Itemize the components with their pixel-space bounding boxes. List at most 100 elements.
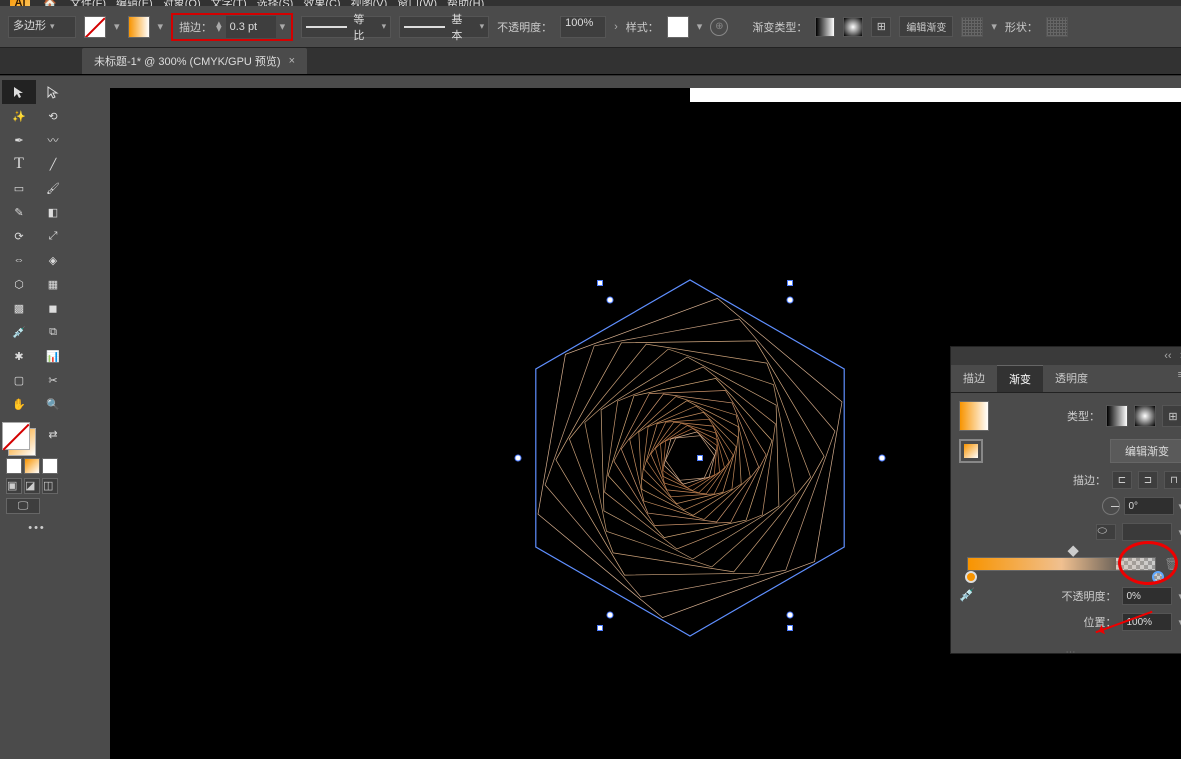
- rectangle-tool[interactable]: ▭: [2, 176, 36, 200]
- gradient-tool[interactable]: ◼: [36, 296, 70, 320]
- width-tool[interactable]: ⇔: [2, 248, 36, 272]
- bbox-handle[interactable]: [787, 280, 793, 286]
- angle-input[interactable]: [1124, 497, 1174, 515]
- aspect-ratio-icon[interactable]: ⬭: [1096, 524, 1116, 540]
- draw-normal-icon[interactable]: ▣: [6, 478, 22, 494]
- lasso-tool[interactable]: ⟲: [36, 104, 70, 128]
- screen-mode-icon[interactable]: 🖵: [6, 498, 40, 514]
- anchor-handle[interactable]: [787, 297, 794, 304]
- midpoint-slider[interactable]: [1067, 546, 1078, 557]
- menu-object[interactable]: 对象(O): [163, 0, 201, 6]
- brush-select[interactable]: 基本: [399, 16, 489, 38]
- linear-type-button[interactable]: [1106, 405, 1128, 427]
- shaper-tool[interactable]: ✎: [2, 200, 36, 224]
- anchor-handle[interactable]: [879, 455, 886, 462]
- selection-tool[interactable]: [2, 80, 36, 104]
- panel-tab-transparency[interactable]: 透明度: [1043, 365, 1100, 392]
- direct-selection-tool[interactable]: [36, 80, 70, 104]
- linear-gradient-button[interactable]: [815, 17, 835, 37]
- stroke-spinner[interactable]: ▴▾: [216, 22, 222, 32]
- scale-tool[interactable]: ⤢: [36, 224, 70, 248]
- radial-gradient-button[interactable]: [843, 17, 863, 37]
- panel-resize-grip[interactable]: [951, 647, 1181, 653]
- profile-select[interactable]: 等比: [301, 16, 391, 38]
- gradient-mode-icon[interactable]: [24, 458, 40, 474]
- panel-tab-gradient[interactable]: 渐变: [997, 365, 1043, 392]
- menu-edit[interactable]: 编辑(E): [116, 0, 153, 6]
- pen-tool[interactable]: ✒: [2, 128, 36, 152]
- eyedropper-tool[interactable]: 💉: [2, 320, 36, 344]
- radial-type-button[interactable]: [1134, 405, 1156, 427]
- symbol-sprayer-tool[interactable]: ✱: [2, 344, 36, 368]
- line-tool[interactable]: ╱: [36, 152, 70, 176]
- rotate-tool[interactable]: ⟳: [2, 224, 36, 248]
- stop-opacity-input[interactable]: [1122, 587, 1172, 605]
- eyedropper-icon[interactable]: 💉: [959, 587, 977, 605]
- mesh-tool[interactable]: ▩: [2, 296, 36, 320]
- draw-behind-icon[interactable]: ◪: [24, 478, 40, 494]
- blend-tool[interactable]: ⧉: [36, 320, 70, 344]
- bbox-handle[interactable]: [597, 280, 603, 286]
- eraser-tool[interactable]: ◧: [36, 200, 70, 224]
- freeform-type-button[interactable]: ⊞: [1162, 405, 1181, 427]
- freeform-gradient-button[interactable]: ⊞: [871, 17, 891, 37]
- panel-collapse-icon[interactable]: ‹‹: [1164, 350, 1171, 362]
- bbox-handle[interactable]: [597, 625, 603, 631]
- shape-type-select[interactable]: 多边形: [8, 16, 76, 38]
- anchor-handle[interactable]: [515, 455, 522, 462]
- document-tab[interactable]: 未标题-1* @ 300% (CMYK/GPU 预览) ×: [82, 48, 307, 74]
- edit-gradient-button[interactable]: 编辑渐变: [899, 16, 953, 37]
- graph-tool[interactable]: 📊: [36, 344, 70, 368]
- gradient-preview-swatch[interactable]: [959, 401, 989, 431]
- align-menu-icon[interactable]: [961, 17, 983, 37]
- zoom-tool[interactable]: 🔍: [36, 392, 70, 416]
- stroke-align-out-icon[interactable]: ⊓: [1164, 471, 1181, 489]
- color-stop-left[interactable]: [965, 571, 977, 583]
- swap-fill-stroke-icon[interactable]: ⇄: [36, 422, 70, 446]
- menu-file[interactable]: 文件(F): [70, 0, 106, 6]
- anchor-handle[interactable]: [607, 612, 614, 619]
- menu-type[interactable]: 文字(T): [211, 0, 247, 6]
- menu-window[interactable]: 窗口(W): [397, 0, 437, 6]
- none-mode-icon[interactable]: [42, 458, 58, 474]
- canvas[interactable]: ‹‹ × 描边 渐变 透明度 ≡ 类型： ⊞: [110, 88, 1181, 759]
- slice-tool[interactable]: ✂: [36, 368, 70, 392]
- artboard-tool[interactable]: ▢: [2, 368, 36, 392]
- anchor-handle[interactable]: [787, 612, 794, 619]
- panel-tab-stroke[interactable]: 描边: [951, 365, 997, 392]
- stop-location-input[interactable]: [1122, 613, 1172, 631]
- edit-toolbar-icon[interactable]: •••: [2, 516, 72, 534]
- menu-view[interactable]: 视图(V): [351, 0, 388, 6]
- free-transform-tool[interactable]: ◈: [36, 248, 70, 272]
- center-handle[interactable]: [697, 455, 703, 461]
- color-stop-right[interactable]: [1152, 571, 1164, 583]
- home-icon[interactable]: 🏠: [40, 0, 60, 6]
- stroke-weight-input[interactable]: 0.3 pt: [226, 16, 276, 38]
- close-tab-icon[interactable]: ×: [289, 55, 295, 67]
- menu-select[interactable]: 选择(S): [257, 0, 294, 6]
- angle-dial-icon[interactable]: [1102, 497, 1120, 515]
- panel-menu-icon[interactable]: ≡: [1170, 365, 1181, 392]
- hexagon-spiral-art[interactable]: [500, 278, 880, 638]
- stroke-gradient-swatch[interactable]: [959, 439, 983, 463]
- transform-menu-icon[interactable]: [1046, 17, 1068, 37]
- stroke-align-across-icon[interactable]: ⊐: [1138, 471, 1158, 489]
- magic-wand-tool[interactable]: ✨: [2, 104, 36, 128]
- perspective-tool[interactable]: ▦: [36, 272, 70, 296]
- opacity-input[interactable]: 100%: [560, 16, 606, 38]
- fill-stroke-swatch[interactable]: [2, 422, 36, 456]
- panel-edit-gradient-button[interactable]: 编辑渐变: [1110, 439, 1181, 463]
- stroke-align-in-icon[interactable]: ⊏: [1112, 471, 1132, 489]
- curvature-tool[interactable]: 〰: [36, 128, 70, 152]
- gradient-ramp[interactable]: 🗑: [959, 553, 1181, 581]
- type-tool[interactable]: T: [2, 152, 36, 176]
- menu-effect[interactable]: 效果(C): [303, 0, 340, 6]
- menu-help[interactable]: 帮助(H): [447, 0, 484, 6]
- hand-tool[interactable]: ✋: [2, 392, 36, 416]
- draw-inside-icon[interactable]: ◫: [42, 478, 58, 494]
- paintbrush-tool[interactable]: 🖌: [36, 176, 70, 200]
- style-swatch[interactable]: [667, 16, 689, 38]
- shape-builder-tool[interactable]: ⬡: [2, 272, 36, 296]
- color-mode-icon[interactable]: [6, 458, 22, 474]
- delete-stop-icon[interactable]: 🗑: [1164, 557, 1180, 573]
